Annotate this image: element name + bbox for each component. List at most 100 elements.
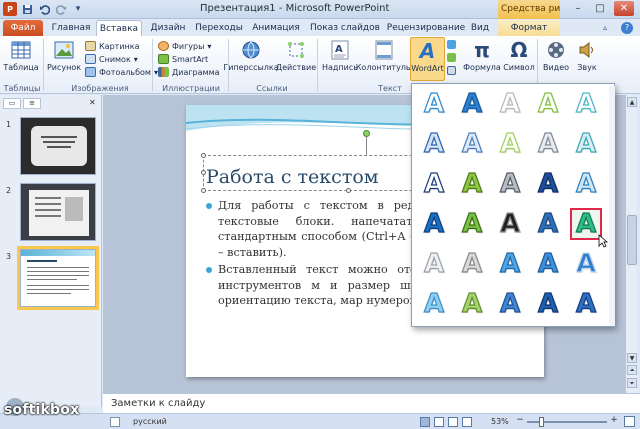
clipart-button[interactable]: Картинка [85, 41, 139, 51]
resize-handle[interactable] [346, 188, 351, 193]
tab-format[interactable]: Формат [498, 20, 560, 36]
tab-insert[interactable]: Вставка [96, 20, 142, 36]
wordart-style-option[interactable]: A [418, 208, 450, 240]
wordart-style-option[interactable]: A [494, 248, 526, 280]
vertical-scrollbar[interactable]: ▲ ▼ ⏶ ⏷ [625, 95, 637, 393]
wordart-style-option[interactable]: A [456, 88, 488, 120]
wordart-style-option[interactable]: A [532, 168, 564, 200]
reading-view-icon[interactable] [448, 417, 458, 427]
scroll-up-icon[interactable]: ▲ [627, 97, 637, 107]
screenshot-button[interactable]: Снимок ▾ [85, 54, 138, 64]
tab-home[interactable]: Главная [50, 20, 92, 36]
wordart-style-option[interactable]: A [494, 288, 526, 320]
wordart-style-option[interactable]: A [456, 288, 488, 320]
tab-file[interactable]: Файл [3, 20, 43, 36]
chart-button[interactable]: Диаграмма [158, 67, 220, 77]
next-slide-icon[interactable]: ⏷ [627, 378, 637, 388]
tab-slideshow[interactable]: Показ слайдов [308, 20, 382, 36]
minimize-button[interactable]: – [568, 1, 588, 16]
wordart-button[interactable]: A WordArt [410, 37, 445, 81]
tab-animation[interactable]: Анимация [250, 20, 302, 36]
audio-button[interactable]: Звук [572, 39, 602, 72]
wordart-style-option[interactable]: A [494, 208, 526, 240]
tab-review[interactable]: Рецензирование [386, 20, 466, 36]
wordart-style-option[interactable]: A [456, 208, 488, 240]
slides-view-tab[interactable]: ▭ [3, 98, 21, 109]
close-panel-icon[interactable]: ✕ [89, 98, 99, 110]
wordart-style-option[interactable]: A [494, 128, 526, 160]
wordart-style-option[interactable]: A [570, 288, 602, 320]
wordart-style-option[interactable]: A [532, 208, 564, 240]
help-icon[interactable]: ? [621, 22, 633, 34]
wordart-style-option[interactable]: A [418, 168, 450, 200]
slide-thumbnail-3[interactable] [17, 246, 99, 310]
gallery-scrollbar[interactable] [609, 86, 615, 326]
wordart-style-option[interactable]: A [456, 128, 488, 160]
wordart-style-option[interactable]: A [418, 128, 450, 160]
maximize-button[interactable]: □ [590, 1, 610, 16]
customize-qat-dropdown-icon[interactable]: ▾ [71, 2, 85, 16]
notes-pane[interactable]: Заметки к слайду [103, 393, 640, 413]
picture-button[interactable]: Рисунок [47, 39, 81, 72]
tab-transitions[interactable]: Переходы [194, 20, 244, 36]
date-time-button[interactable] [447, 40, 456, 49]
zoom-slider-thumb[interactable] [539, 417, 544, 427]
wordart-style-option[interactable]: A [456, 168, 488, 200]
outline-view-tab[interactable]: ≡ [23, 98, 41, 109]
slide-thumbnail-2[interactable] [20, 183, 96, 241]
wordart-style-option[interactable]: A [532, 288, 564, 320]
textbox-button[interactable]: A Надпись [321, 39, 359, 72]
slide-sorter-icon[interactable] [434, 417, 444, 427]
undo-icon[interactable] [37, 2, 51, 16]
photo-album-button[interactable]: Фотоальбом ▾ [85, 67, 158, 77]
fit-to-window-icon[interactable] [624, 416, 635, 427]
wordart-style-option[interactable]: A [570, 128, 602, 160]
tab-design[interactable]: Дизайн [147, 20, 189, 36]
wordart-style-option[interactable]: A [570, 168, 602, 200]
wordart-style-option[interactable]: A [570, 88, 602, 120]
slide-number-button[interactable] [447, 53, 456, 62]
close-button[interactable]: ✕ [614, 1, 634, 16]
wordart-style-option[interactable]: A [532, 128, 564, 160]
wordart-style-option[interactable]: A [494, 168, 526, 200]
scroll-thumb[interactable] [627, 215, 637, 265]
ribbon-collapse-icon[interactable]: ▵ [603, 23, 613, 33]
rotation-handle[interactable] [363, 130, 370, 137]
spellcheck-icon[interactable] [110, 417, 120, 427]
wordart-style-option[interactable]: A [570, 248, 602, 280]
shapes-button[interactable]: Фигуры ▾ [158, 41, 211, 51]
scroll-down-icon[interactable]: ▼ [627, 353, 637, 363]
hyperlink-button[interactable]: Гиперссылка [223, 39, 279, 72]
redo-icon[interactable] [54, 2, 68, 16]
thumbnail-text-line [41, 136, 77, 138]
slideshow-icon[interactable] [462, 417, 472, 427]
smartart-button[interactable]: SmartArt [158, 54, 208, 64]
zoom-in-icon[interactable]: + [609, 416, 619, 426]
resize-handle[interactable] [201, 153, 206, 158]
header-footer-button[interactable]: Колонтитулы [356, 39, 412, 72]
formula-button[interactable]: π Формула [463, 39, 501, 73]
zoom-out-icon[interactable]: − [515, 416, 525, 426]
slide-title[interactable]: Работа с текстом [206, 166, 379, 188]
previous-slide-icon[interactable]: ⏶ [627, 365, 637, 375]
object-button[interactable] [447, 66, 456, 75]
symbol-button[interactable]: Ω Символ [502, 39, 536, 73]
table-button[interactable]: Таблица [3, 39, 39, 72]
action-button[interactable]: Действие [276, 39, 316, 72]
video-button[interactable]: Видео [540, 39, 572, 72]
save-icon[interactable] [20, 2, 34, 16]
resize-handle[interactable] [201, 188, 206, 193]
tab-view[interactable]: Вид [468, 20, 492, 36]
wordart-style-option[interactable]: A [532, 88, 564, 120]
wordart-style-option[interactable]: A [456, 248, 488, 280]
powerpoint-app-icon[interactable]: P [3, 2, 17, 16]
slide-thumbnail-1[interactable] [20, 117, 96, 175]
wordart-style-option[interactable]: A [418, 248, 450, 280]
language-indicator[interactable]: русский [133, 417, 167, 426]
wordart-style-option[interactable]: A [532, 248, 564, 280]
zoom-percentage[interactable]: 53% [491, 417, 509, 426]
wordart-style-option[interactable]: A [418, 88, 450, 120]
normal-view-icon[interactable] [420, 417, 430, 427]
wordart-style-option[interactable]: A [418, 288, 450, 320]
wordart-style-option[interactable]: A [494, 88, 526, 120]
